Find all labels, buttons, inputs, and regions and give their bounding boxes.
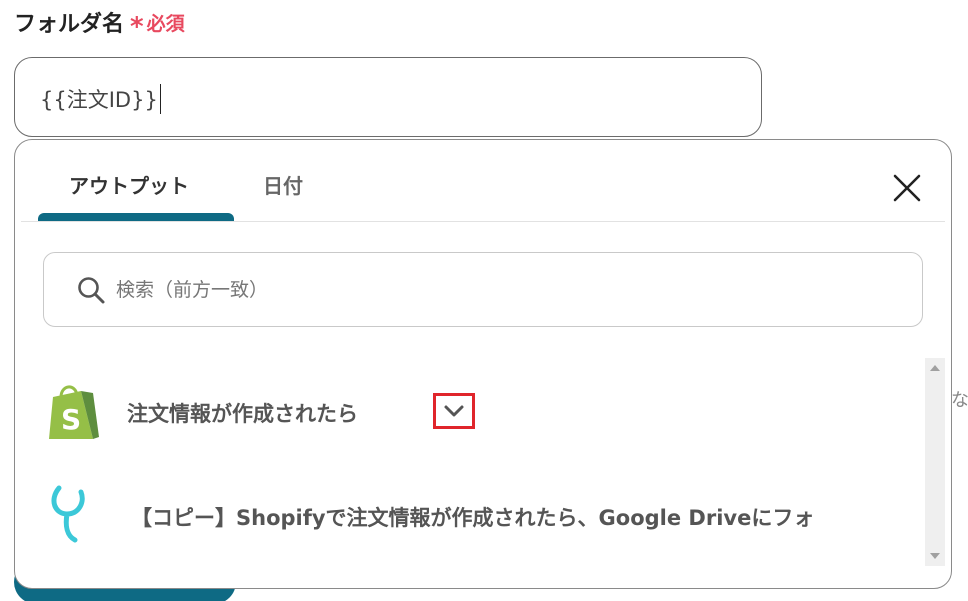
scroll-up-icon[interactable] (930, 365, 940, 371)
page: な フォルダ名 * 必須 {{注文ID}} アウトプット 日付 検索（前方一致）… (0, 0, 968, 601)
search-icon (78, 276, 105, 303)
yoom-logo-icon (51, 485, 85, 543)
folder-name-value-wrap: {{注文ID}} (40, 84, 161, 114)
chevron-down-icon (444, 405, 464, 417)
text-caret (159, 84, 161, 114)
svg-text:S: S (61, 403, 81, 436)
list-item-title: 注文情報が作成されたら (127, 402, 358, 426)
required-badge: 必須 (146, 12, 185, 35)
required-star: * (130, 12, 144, 42)
active-tab-indicator (38, 213, 234, 221)
folder-name-input[interactable]: {{注文ID}} (14, 57, 762, 137)
search-box[interactable] (43, 252, 923, 327)
tab-output[interactable]: アウトプット (69, 170, 189, 199)
scroll-down-icon[interactable] (930, 553, 940, 559)
field-label-text: フォルダ名 (14, 12, 125, 37)
tab-date[interactable]: 日付 (263, 170, 303, 199)
search-input[interactable] (114, 277, 898, 302)
tabs-divider (21, 221, 945, 222)
field-label: フォルダ名 * 必須 (14, 6, 185, 42)
folder-name-value: {{注文ID}} (40, 88, 158, 112)
background-text: な (951, 390, 968, 411)
scrollbar[interactable] (925, 358, 945, 566)
close-button[interactable] (889, 170, 925, 206)
list-item-title: 【コピー】Shopifyで注文情報が作成されたら、Google Driveにフォ (131, 506, 815, 530)
shopify-logo-icon: S (49, 385, 99, 439)
popup-tabs: アウトプット 日付 (15, 140, 951, 222)
close-icon (893, 174, 921, 202)
scroll-thumb[interactable] (928, 378, 942, 546)
expand-button[interactable] (433, 393, 475, 429)
variable-picker-popup: アウトプット 日付 S (14, 139, 952, 589)
